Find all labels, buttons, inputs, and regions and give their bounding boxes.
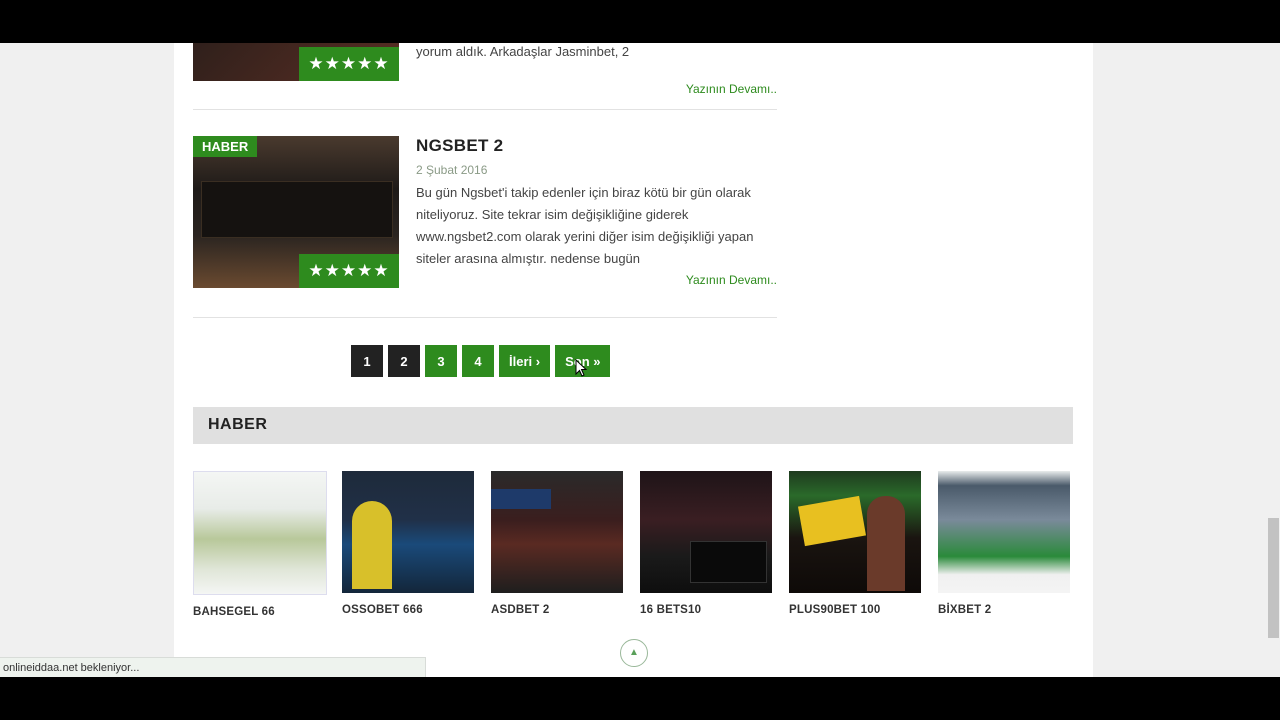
post-excerpt: Bu gün Ngsbet'i takip edenler için biraz… (416, 185, 754, 266)
divider (193, 109, 777, 110)
rating-stars: ★★★★★ (299, 47, 399, 81)
card-title[interactable]: BAHSEGEL 66 (193, 606, 325, 618)
mouse-cursor-icon (575, 359, 588, 377)
page-3-button[interactable]: 3 (425, 345, 457, 377)
card-thumbnail[interactable] (938, 471, 1070, 593)
card-title[interactable]: OSSOBET 666 (342, 604, 474, 616)
page-2-button[interactable]: 2 (388, 345, 420, 377)
read-more-link[interactable]: Yazının Devamı.. (686, 82, 777, 96)
card-figure-image (352, 501, 392, 589)
scrollbar-thumb[interactable] (1268, 518, 1279, 638)
card-banner-image (491, 489, 551, 509)
browser-viewport: ★★★★★ yorum aldık. Arkadaşlar Jasminbet,… (0, 43, 1280, 677)
card-thumbnail[interactable] (491, 471, 623, 593)
section-title: HABER (208, 416, 268, 433)
page-1-button[interactable]: 1 (351, 345, 383, 377)
card-figure-image (867, 496, 905, 591)
post-item: ★★★★★ yorum aldık. Arkadaşlar Jasminbet,… (193, 43, 777, 113)
news-card[interactable]: BİXBET 2 (938, 471, 1070, 616)
card-thumbnail[interactable] (193, 471, 327, 595)
page-4-button[interactable]: 4 (462, 345, 494, 377)
card-title[interactable]: PLUS90BET 100 (789, 604, 921, 616)
next-page-button[interactable]: İleri › (499, 345, 551, 377)
news-card[interactable]: 16 BETS10 (640, 471, 772, 616)
card-dialog-image (690, 541, 767, 583)
news-card[interactable]: PLUS90BET 100 (789, 471, 921, 616)
read-more-link[interactable]: Yazının Devamı.. (686, 273, 777, 287)
vertical-scrollbar[interactable] (1267, 43, 1280, 677)
card-title[interactable]: BİXBET 2 (938, 604, 1070, 616)
card-thumbnail[interactable] (342, 471, 474, 593)
scroll-top-button[interactable]: ▲ (620, 639, 648, 667)
post-excerpt: yorum aldık. Arkadaşlar Jasminbet, 2 (416, 44, 630, 59)
rating-stars: ★★★★★ (299, 254, 399, 288)
category-badge[interactable]: HABER (193, 136, 258, 157)
card-title[interactable]: 16 BETS10 (640, 604, 772, 616)
post-thumbnail[interactable]: HABER ★★★★★ (193, 136, 399, 288)
status-bar: onlineiddaa.net bekleniyor... (0, 657, 426, 677)
post-title[interactable]: NGSBET 2 (416, 136, 503, 156)
news-card[interactable]: OSSOBET 666 (342, 471, 474, 616)
divider (193, 317, 777, 318)
pagination: 1 2 3 4 İleri › Son » (351, 345, 611, 377)
page-content: ★★★★★ yorum aldık. Arkadaşlar Jasminbet,… (174, 43, 1093, 677)
post-thumbnail[interactable]: ★★★★★ (193, 43, 399, 81)
section-header: HABER (193, 407, 1073, 444)
card-promo-image (797, 495, 867, 547)
chevron-up-icon: ▲ (629, 647, 639, 658)
news-card[interactable]: ASDBET 2 (491, 471, 623, 616)
post-date: 2 Şubat 2016 (416, 163, 488, 177)
news-card[interactable]: BAHSEGEL 66 (193, 471, 327, 618)
card-title[interactable]: ASDBET 2 (491, 604, 623, 616)
thumbnail-dialog-image (201, 181, 393, 238)
post-item: HABER ★★★★★ NGSBET 2 2 Şubat 2016 Bu gün… (193, 136, 777, 296)
card-thumbnail[interactable] (789, 471, 921, 593)
card-thumbnail[interactable] (640, 471, 772, 593)
